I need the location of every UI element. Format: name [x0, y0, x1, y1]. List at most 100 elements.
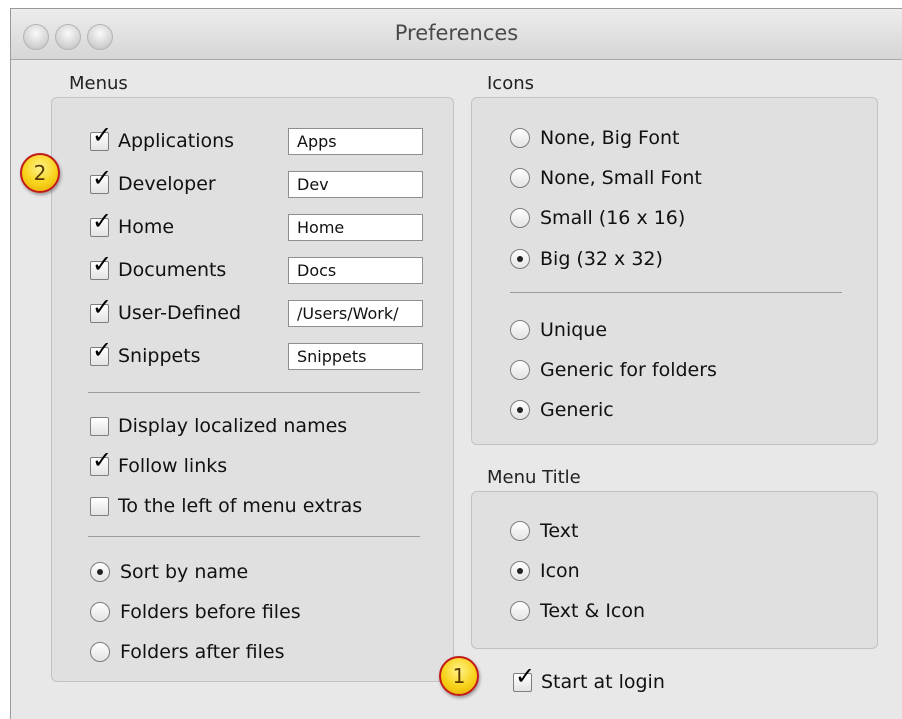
menu-item-user-defined[interactable]: ✓ User-Defined	[90, 295, 242, 328]
radio-generic-for-folders[interactable]: Generic for folders	[510, 355, 717, 385]
documents-checkbox[interactable]: ✓	[90, 252, 112, 280]
documents-name-field[interactable]: Docs	[288, 257, 423, 284]
text-and-icon-radio[interactable]	[510, 601, 530, 621]
home-name-field[interactable]: Home	[288, 214, 423, 241]
folders-after-files-radio[interactable]	[90, 642, 110, 662]
text-label: Text	[540, 520, 579, 542]
radio-big-32[interactable]: Big (32 x 32)	[510, 244, 663, 274]
developer-name-field[interactable]: Dev	[288, 171, 423, 198]
unique-label: Unique	[540, 319, 608, 341]
folders-before-files-radio[interactable]	[90, 602, 110, 622]
icons-separator	[510, 292, 842, 293]
title-bar: Preferences	[11, 9, 902, 60]
user-defined-checkbox[interactable]: ✓	[90, 295, 112, 323]
menus-group: ✓ Applications Apps ✓ Developer Dev ✓ Ho…	[51, 97, 454, 682]
folders-after-files-label: Folders after files	[120, 641, 285, 663]
menu-item-applications[interactable]: ✓ Applications	[90, 123, 235, 156]
checkmark-icon: ✓	[92, 163, 113, 192]
menus-section-label: Menus	[69, 73, 128, 94]
radio-icon[interactable]: Icon	[510, 556, 580, 586]
checkmark-icon: ✓	[92, 292, 113, 321]
checkmark-icon: ✓	[92, 206, 113, 235]
folders-before-files-label: Folders before files	[120, 601, 301, 623]
icon-label: Icon	[540, 560, 580, 582]
snippets-name-field[interactable]: Snippets	[288, 343, 423, 370]
start-at-login[interactable]: ✓ Start at login	[513, 664, 665, 697]
small-16-label: Small (16 x 16)	[540, 207, 686, 229]
radio-none-small-font[interactable]: None, Small Font	[510, 163, 702, 193]
radio-unique[interactable]: Unique	[510, 315, 607, 345]
menu-item-documents[interactable]: ✓ Documents	[90, 252, 227, 285]
menu-item-home[interactable]: ✓ Home	[90, 209, 175, 242]
callout-badge-2: 2	[20, 153, 60, 193]
menus-separator-1	[88, 392, 420, 393]
start-at-login-label: Start at login	[541, 671, 665, 693]
radio-text-and-icon[interactable]: Text & Icon	[510, 596, 645, 626]
option-left-of-menu-extras[interactable]: To the left of menu extras	[90, 491, 362, 521]
radio-selected-dot	[517, 407, 523, 413]
menu-item-snippets[interactable]: ✓ Snippets	[90, 338, 201, 371]
menus-separator-2	[88, 536, 420, 537]
snippets-checkbox[interactable]: ✓	[90, 338, 112, 366]
radio-sort-by-name[interactable]: Sort by name	[90, 557, 248, 587]
sort-by-name-radio[interactable]	[90, 562, 110, 582]
display-localized-names-checkbox[interactable]	[90, 416, 109, 436]
follow-links-checkbox[interactable]: ✓	[90, 448, 112, 476]
developer-checkbox[interactable]: ✓	[90, 166, 112, 194]
radio-text[interactable]: Text	[510, 516, 578, 546]
none-small-font-radio[interactable]	[510, 168, 530, 188]
icon-radio[interactable]	[510, 561, 530, 581]
radio-small-16[interactable]: Small (16 x 16)	[510, 203, 685, 233]
none-big-font-label: None, Big Font	[540, 127, 680, 149]
applications-checkbox[interactable]: ✓	[90, 123, 112, 151]
home-label: Home	[118, 216, 175, 238]
sort-by-name-label: Sort by name	[120, 561, 249, 583]
checkmark-icon: ✓	[92, 120, 113, 149]
snippets-label: Snippets	[118, 345, 201, 367]
radio-none-big-font[interactable]: None, Big Font	[510, 123, 679, 153]
none-small-font-label: None, Small Font	[540, 167, 702, 189]
text-radio[interactable]	[510, 521, 530, 541]
radio-selected-dot	[517, 256, 523, 262]
option-display-localized-names[interactable]: Display localized names	[90, 411, 347, 441]
checkmark-icon: ✓	[92, 335, 113, 364]
icons-section-label: Icons	[487, 73, 535, 94]
generic-for-folders-label: Generic for folders	[540, 359, 717, 381]
big-32-label: Big (32 x 32)	[540, 248, 663, 270]
icons-group: None, Big Font None, Small Font Small (1…	[471, 97, 878, 445]
unique-radio[interactable]	[510, 320, 530, 340]
big-32-radio[interactable]	[510, 249, 530, 269]
menu-title-section-label: Menu Title	[487, 467, 581, 488]
option-follow-links[interactable]: ✓ Follow links	[90, 448, 227, 481]
applications-label: Applications	[118, 130, 235, 152]
radio-folders-before-files[interactable]: Folders before files	[90, 597, 301, 627]
checkmark-icon: ✓	[515, 661, 536, 690]
user-defined-label: User-Defined	[118, 302, 242, 324]
radio-folders-after-files[interactable]: Folders after files	[90, 637, 284, 667]
checkmark-icon: ✓	[92, 249, 113, 278]
start-at-login-checkbox[interactable]: ✓	[513, 664, 535, 692]
applications-name-field[interactable]: Apps	[288, 128, 423, 155]
window-title: Preferences	[394, 21, 519, 45]
none-big-font-radio[interactable]	[510, 128, 530, 148]
generic-label: Generic	[540, 399, 614, 421]
callout-badge-1: 1	[439, 656, 479, 696]
left-of-menu-extras-checkbox[interactable]	[90, 496, 109, 516]
checkmark-icon: ✓	[92, 445, 113, 474]
left-of-menu-extras-label: To the left of menu extras	[118, 495, 363, 517]
documents-label: Documents	[118, 259, 227, 281]
small-16-radio[interactable]	[510, 208, 530, 228]
radio-selected-dot	[97, 569, 103, 575]
user-defined-path-field[interactable]: /Users/Work/	[288, 300, 423, 327]
text-and-icon-label: Text & Icon	[540, 600, 646, 622]
menu-item-developer[interactable]: ✓ Developer	[90, 166, 216, 199]
display-localized-names-label: Display localized names	[118, 415, 348, 437]
generic-for-folders-radio[interactable]	[510, 360, 530, 380]
preferences-window: Preferences Menus ✓ Applications Apps ✓ …	[10, 8, 902, 719]
radio-generic[interactable]: Generic	[510, 395, 614, 425]
generic-radio[interactable]	[510, 400, 530, 420]
home-checkbox[interactable]: ✓	[90, 209, 112, 237]
menu-title-group: Text Icon Text & Icon	[471, 491, 878, 649]
radio-selected-dot	[517, 568, 523, 574]
developer-label: Developer	[118, 173, 216, 195]
